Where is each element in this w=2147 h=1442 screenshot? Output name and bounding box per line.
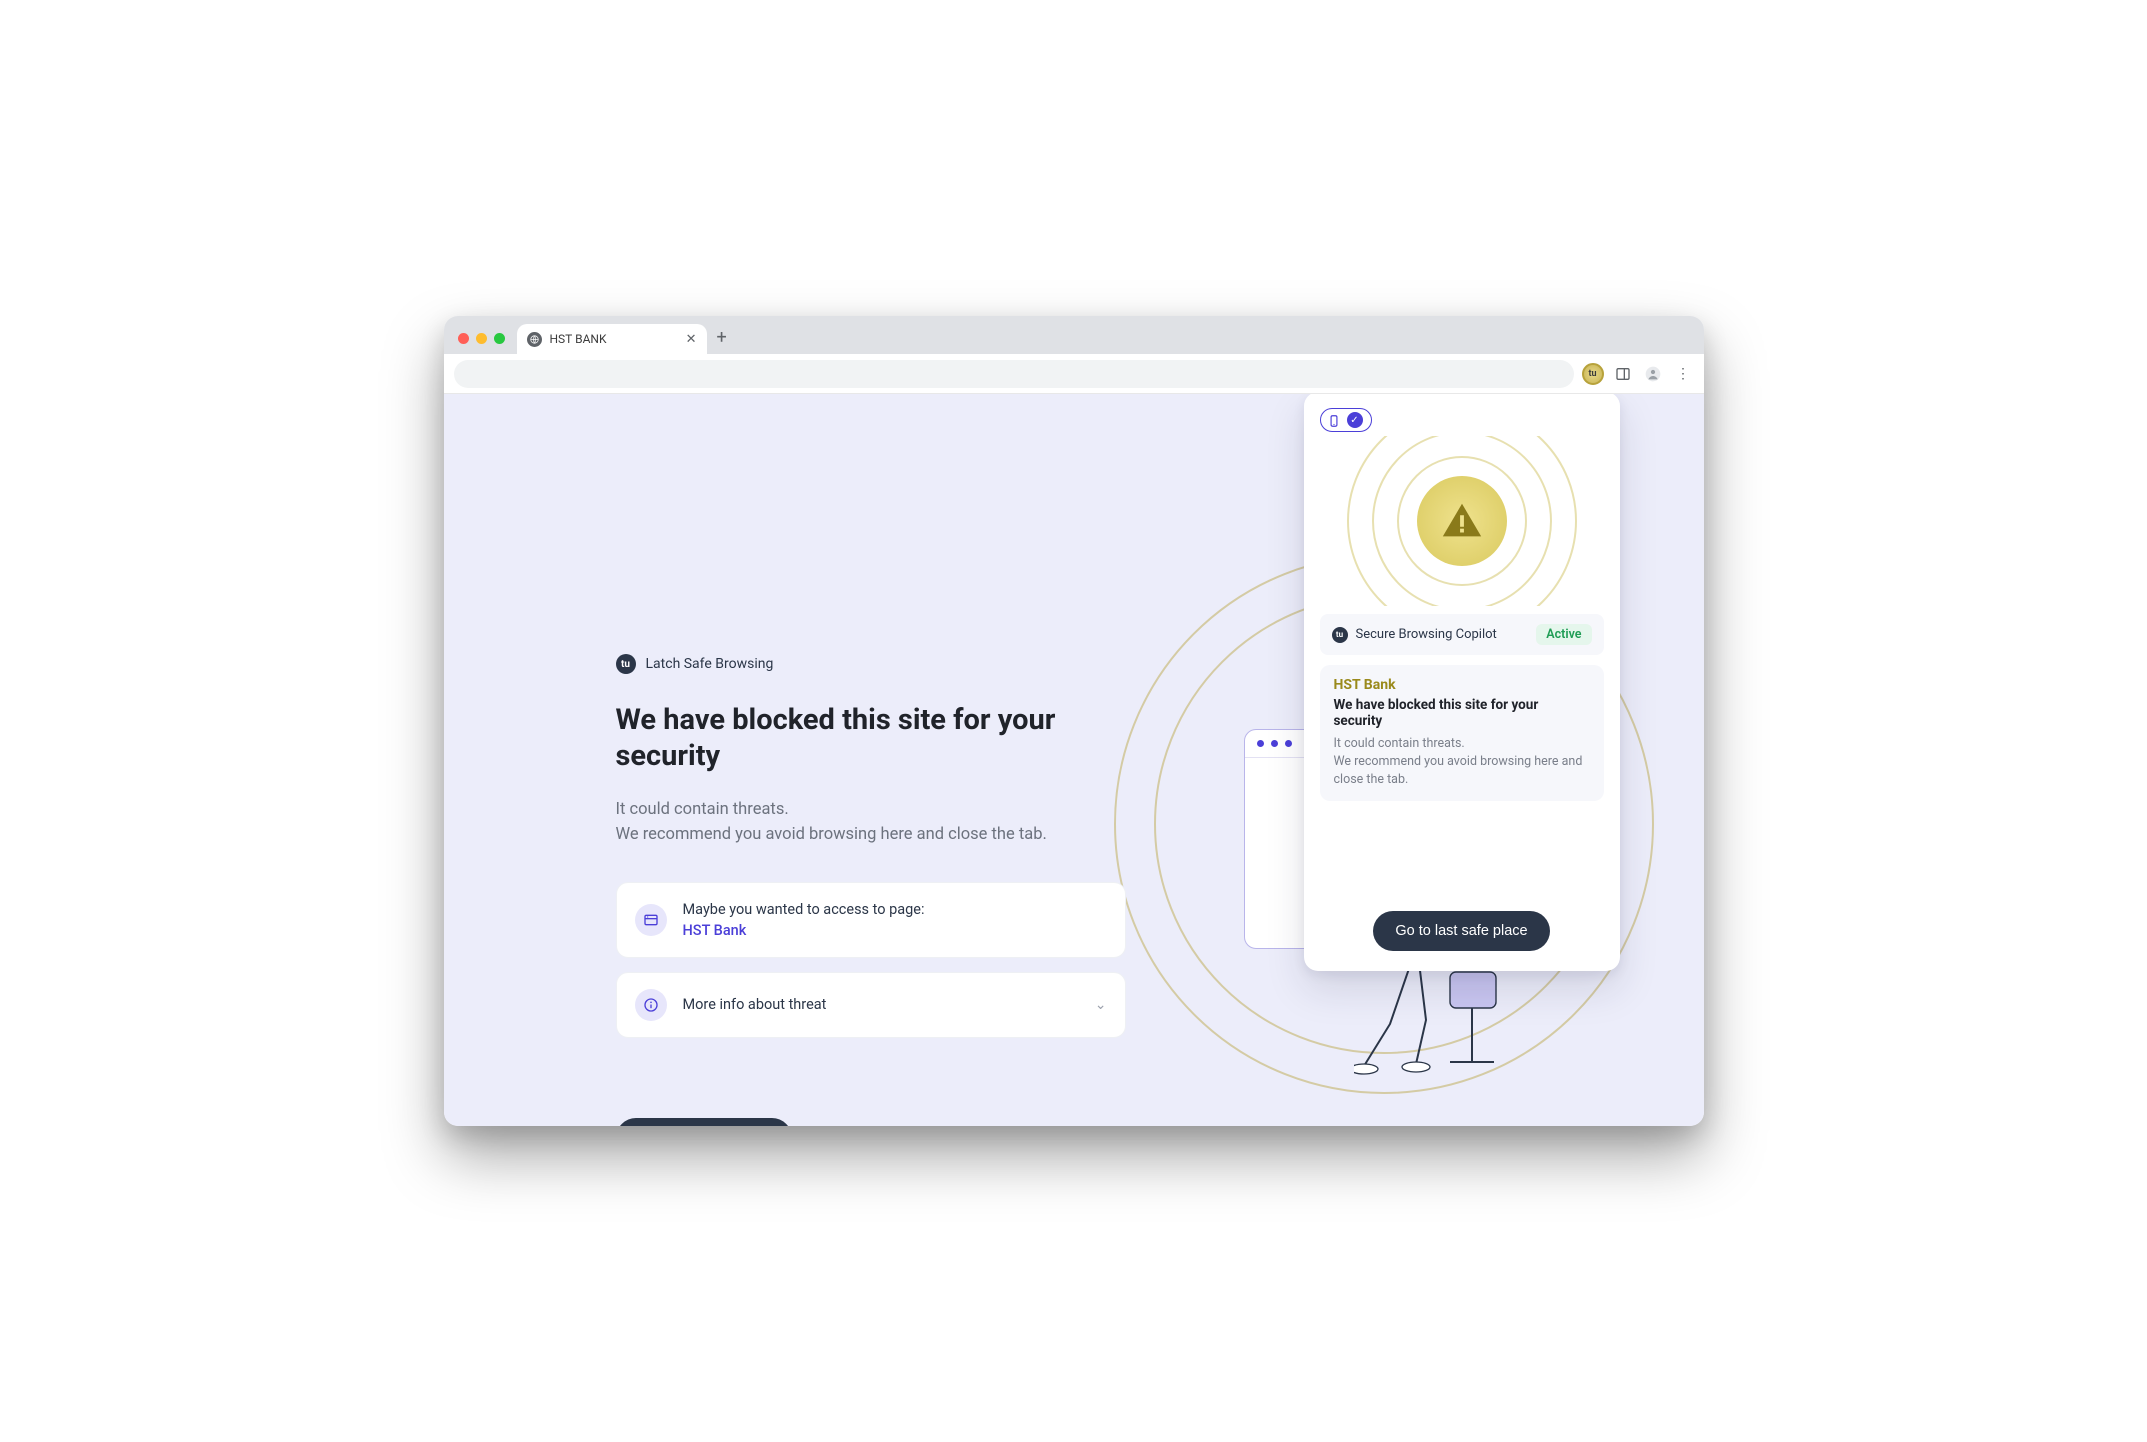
more-info-card[interactable]: More info about threat ⌄	[616, 972, 1126, 1038]
phone-icon	[1327, 413, 1341, 427]
window-controls	[456, 333, 511, 354]
suggested-page-card[interactable]: Maybe you wanted to access to page: HST …	[616, 882, 1126, 958]
overflow-menu-icon[interactable]: ⋮	[1672, 363, 1694, 385]
chevron-down-icon: ⌄	[1095, 997, 1107, 1013]
copilot-panel: ✓ tu Secure Browsing Copilot Active HST …	[1304, 394, 1620, 971]
subtext-line-1: It could contain threats.	[616, 797, 1126, 823]
brand-badge-icon: tu	[616, 654, 636, 674]
go-safe-button[interactable]: Go to last safe place	[616, 1118, 792, 1126]
webpage-icon	[635, 904, 667, 936]
copilot-status-chip: Active	[1536, 624, 1591, 645]
minimize-window-icon[interactable]	[476, 333, 487, 344]
alert-heading: We have blocked this site for your secur…	[1334, 697, 1590, 729]
tab-close-icon[interactable]: ✕	[686, 332, 697, 347]
more-info-label: More info about threat	[683, 994, 1079, 1015]
close-window-icon[interactable]	[458, 333, 469, 344]
browser-toolbar: tu ⋮	[444, 354, 1704, 394]
browser-tab[interactable]: HST BANK ✕	[517, 324, 707, 354]
tab-title: HST BANK	[550, 332, 607, 346]
device-status-pill[interactable]: ✓	[1320, 408, 1372, 432]
alert-body-line-1: It could contain threats.	[1334, 735, 1590, 753]
extension-badge-icon[interactable]: tu	[1582, 363, 1604, 385]
page-subtext: It could contain threats. We recommend y…	[616, 797, 1126, 848]
panel-toggle-icon[interactable]	[1612, 363, 1634, 385]
person-illustration-icon	[1354, 954, 1524, 1104]
action-row: Go to last safe place Allow access to th…	[616, 1118, 1126, 1126]
browser-window: HST BANK ✕ + tu ⋮	[444, 316, 1704, 1126]
alert-site-name: HST Bank	[1334, 677, 1590, 693]
brand-name: Latch Safe Browsing	[646, 656, 774, 672]
main-column: tu Latch Safe Browsing We have blocked t…	[616, 654, 1126, 1126]
brand-row: tu Latch Safe Browsing	[616, 654, 1126, 674]
subtext-line-2: We recommend you avoid browsing here and…	[616, 822, 1126, 848]
info-icon	[635, 989, 667, 1021]
alert-body-line-2: We recommend you avoid browsing here and…	[1334, 753, 1590, 789]
check-icon: ✓	[1347, 412, 1363, 428]
copilot-badge-icon: tu	[1332, 627, 1348, 643]
page-heading: We have blocked this site for your secur…	[616, 702, 1126, 775]
profile-avatar-icon[interactable]	[1642, 363, 1664, 385]
warning-disc-icon	[1417, 476, 1507, 566]
panel-go-safe-button[interactable]: Go to last safe place	[1373, 911, 1549, 951]
suggest-lead: Maybe you wanted to access to page:	[683, 899, 1107, 920]
tab-strip: HST BANK ✕ +	[444, 316, 1704, 354]
panel-hero	[1320, 436, 1604, 606]
copilot-status-row: tu Secure Browsing Copilot Active	[1320, 614, 1604, 655]
copilot-status-label: Secure Browsing Copilot	[1356, 627, 1529, 642]
page-content: tu Latch Safe Browsing We have blocked t…	[444, 394, 1704, 1126]
suggest-link[interactable]: HST Bank	[683, 920, 1107, 941]
copilot-alert-card: HST Bank We have blocked this site for y…	[1320, 665, 1604, 801]
maximize-window-icon[interactable]	[494, 333, 505, 344]
tab-favicon-icon	[527, 332, 542, 347]
address-bar[interactable]	[454, 360, 1574, 388]
new-tab-button[interactable]: +	[713, 327, 733, 354]
